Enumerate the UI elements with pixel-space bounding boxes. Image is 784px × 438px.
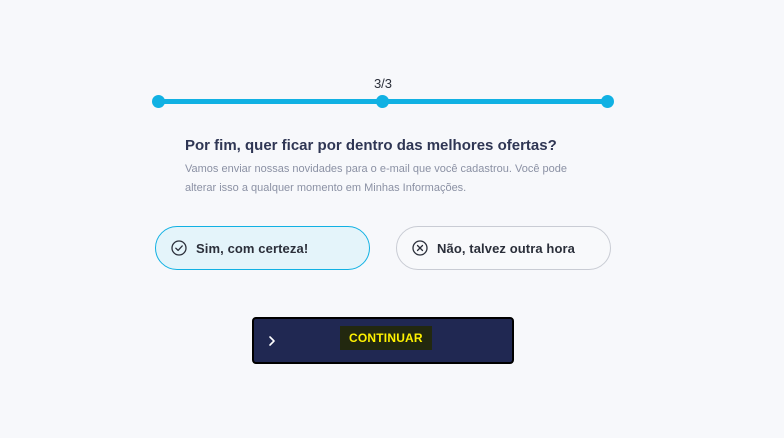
option-no-label: Não, talvez outra hora	[437, 240, 576, 256]
question-block: Por fim, quer ficar por dentro das melho…	[185, 137, 605, 198]
option-yes-label: Sim, com certeza!	[196, 240, 309, 256]
option-yes-button[interactable]: Sim, com certeza!	[155, 226, 370, 270]
check-circle-icon	[171, 240, 187, 256]
option-no-button[interactable]: Não, talvez outra hora	[396, 226, 611, 270]
progress-indicator: 3/3	[152, 74, 614, 114]
progress-step-label: 3/3	[373, 76, 393, 91]
progress-step-1-dot	[152, 95, 165, 108]
question-description: Vamos enviar nossas novidades para o e-m…	[185, 163, 567, 194]
x-circle-icon	[412, 240, 428, 256]
progress-step-2-dot	[376, 95, 389, 108]
question-title: Por fim, quer ficar por dentro das melho…	[185, 137, 557, 154]
chevron-right-icon	[266, 334, 278, 348]
progress-step-3-dot	[601, 95, 614, 108]
continue-button[interactable]: CONTINUAR	[252, 317, 514, 364]
continue-button-label: CONTINUAR	[340, 326, 432, 350]
